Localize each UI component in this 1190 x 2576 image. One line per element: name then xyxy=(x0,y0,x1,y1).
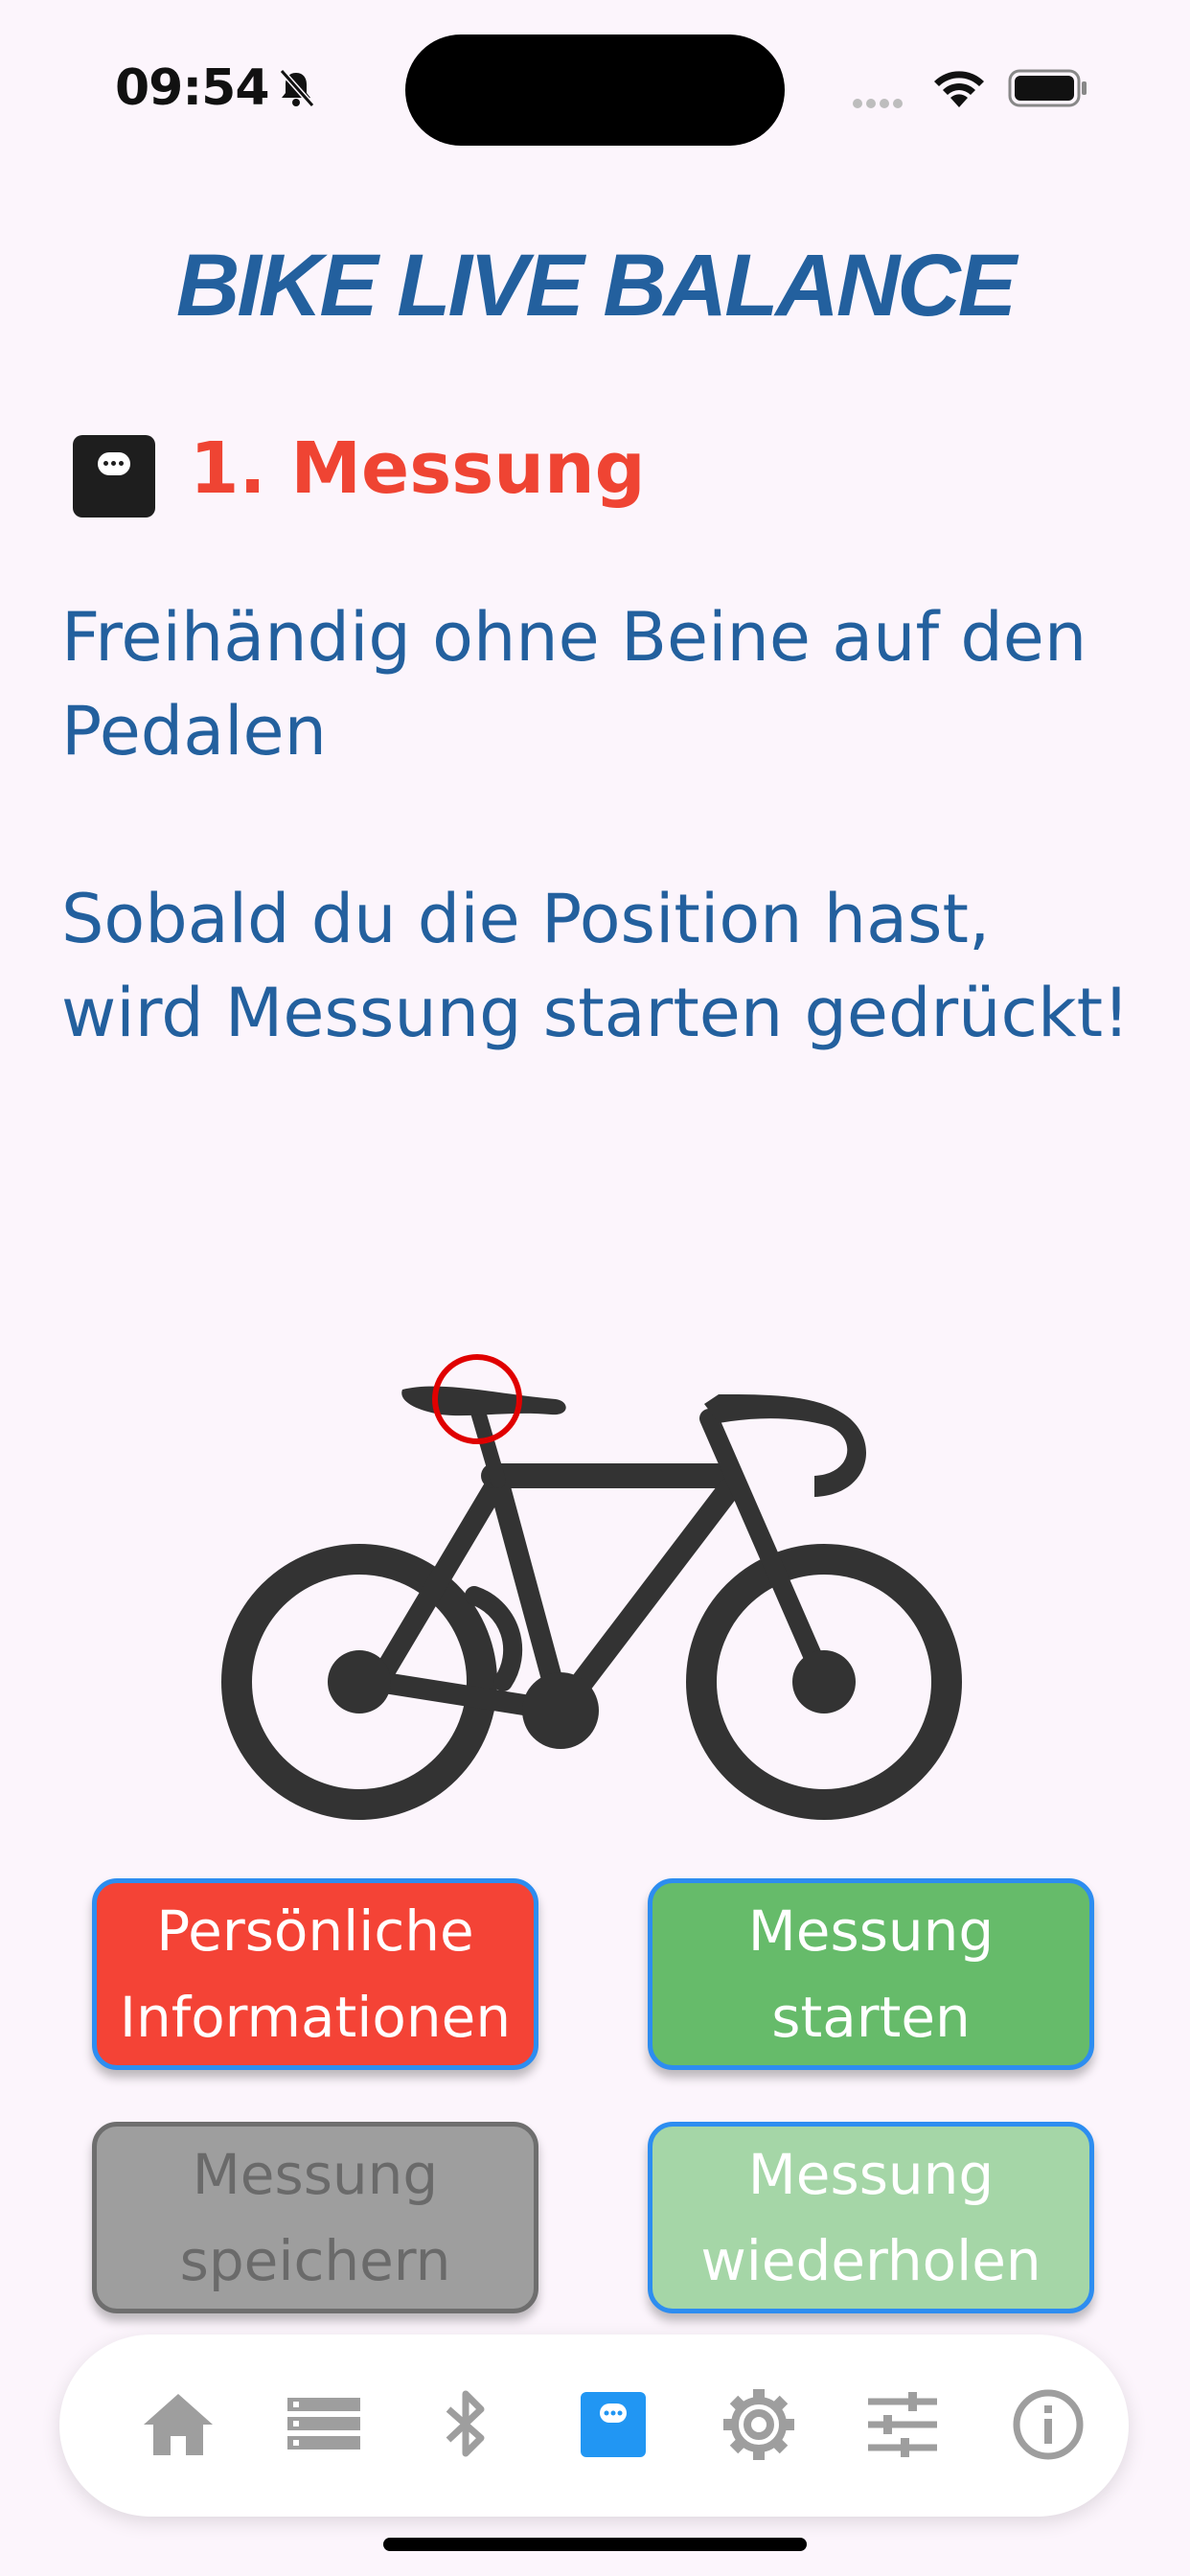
nav-bluetooth-icon[interactable] xyxy=(427,2386,504,2463)
dynamic-island xyxy=(405,34,785,146)
cellular-signal-icon xyxy=(853,94,906,112)
nav-home-icon[interactable] xyxy=(140,2386,217,2463)
save-measurement-button[interactable]: Messung speichern xyxy=(92,2122,538,2313)
bell-muted-icon xyxy=(279,69,315,107)
personal-info-button[interactable]: Persönliche Informationen xyxy=(92,1878,538,2070)
start-measurement-button[interactable]: Messung starten xyxy=(648,1878,1094,2070)
status-time: 09:54 xyxy=(115,59,270,117)
nav-info-icon[interactable] xyxy=(1010,2386,1087,2463)
battery-icon xyxy=(1008,69,1087,107)
step-title: 1. Messung xyxy=(190,427,646,510)
nav-list-icon[interactable] xyxy=(286,2386,362,2463)
nav-scale-icon[interactable] xyxy=(575,2386,652,2463)
nav-settings-gear-icon[interactable] xyxy=(721,2386,797,2463)
repeat-measurement-button[interactable]: Messung wiederholen xyxy=(648,2122,1094,2313)
nav-sliders-icon[interactable] xyxy=(864,2386,941,2463)
wifi-icon xyxy=(934,71,984,107)
bicycle-illustration xyxy=(221,1354,962,1820)
instruction-text-2: Sobald du die Position hast, wird Messun… xyxy=(61,880,1131,1052)
home-indicator xyxy=(383,2538,807,2551)
instruction-text: Freihändig ohne Beine auf den Pedalen xyxy=(61,598,1087,770)
app-title: BIKE LIVE BALANCE xyxy=(175,237,1017,334)
scale-icon xyxy=(73,435,155,518)
